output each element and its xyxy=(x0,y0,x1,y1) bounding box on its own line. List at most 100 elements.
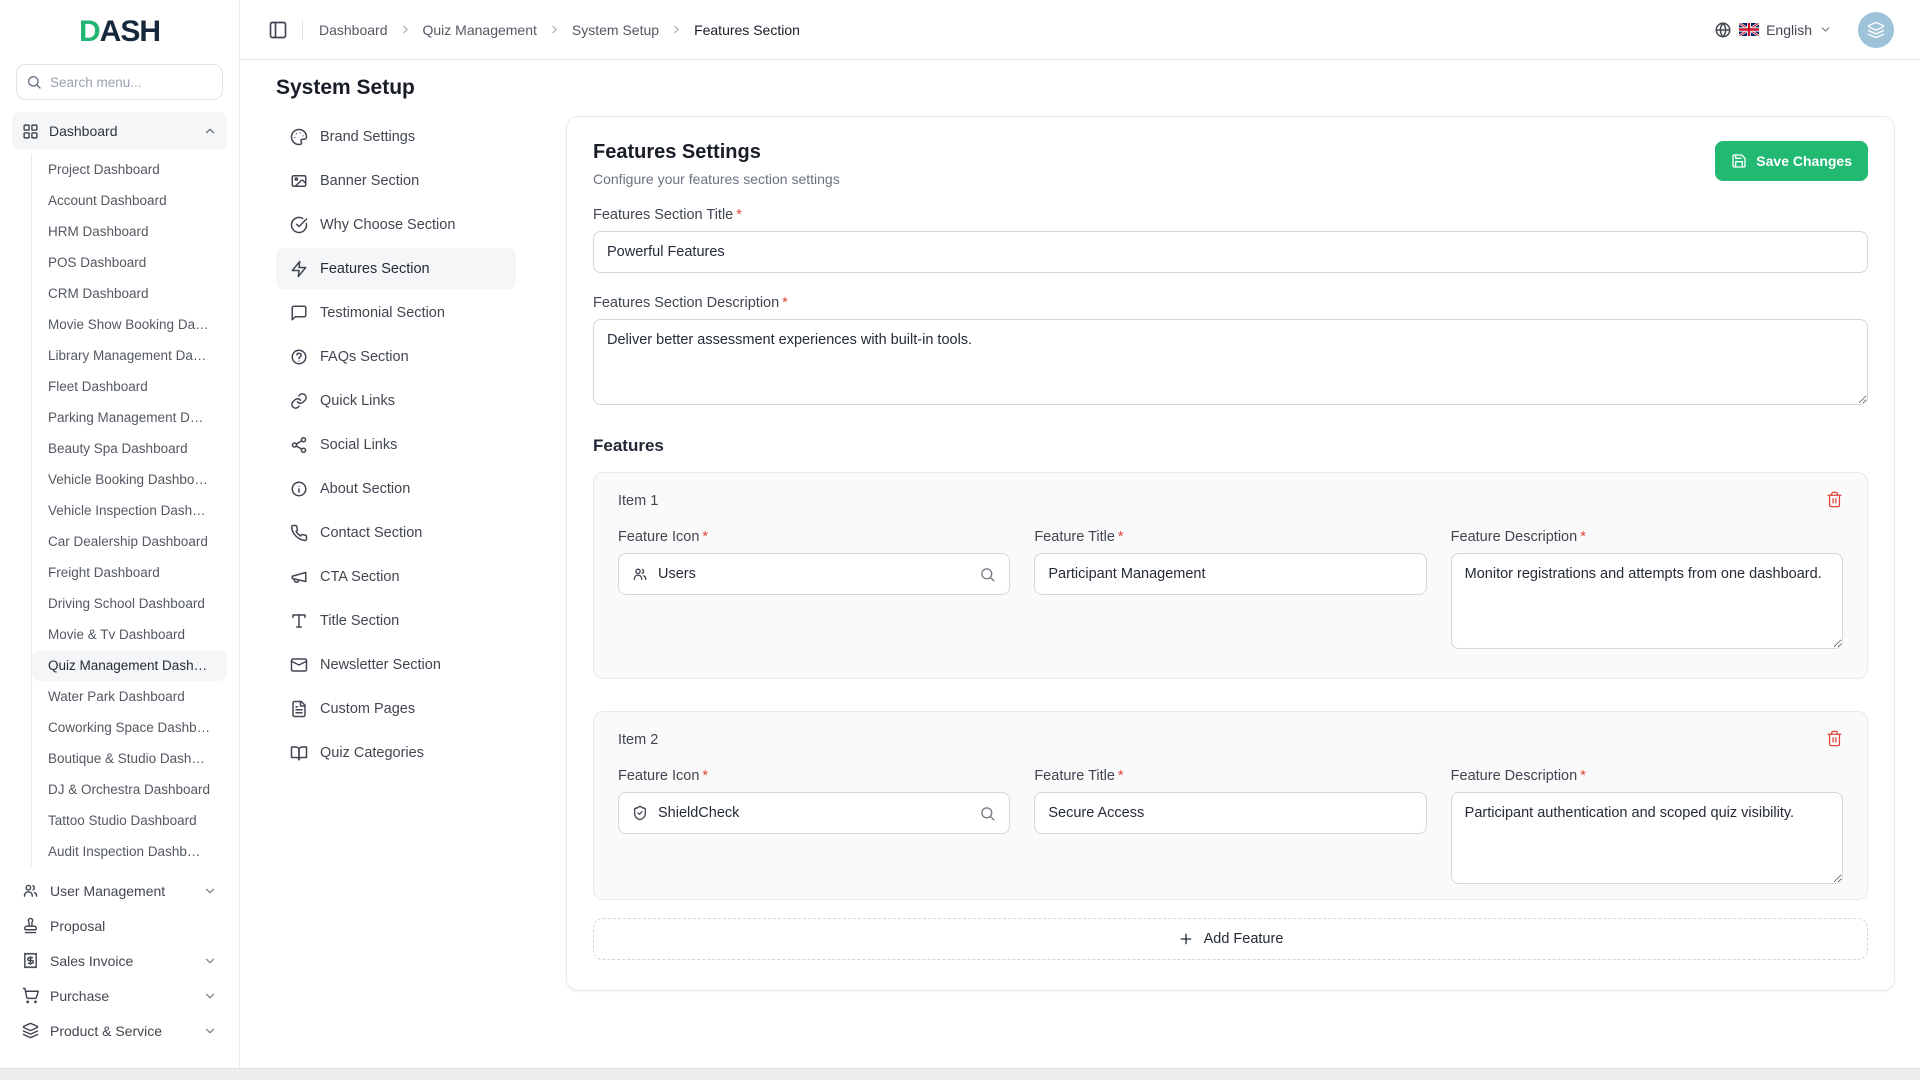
sidebar-item-product-service[interactable]: Product & Service xyxy=(12,1013,227,1048)
feature-item-name: Item 2 xyxy=(618,732,658,748)
uk-flag-icon xyxy=(1739,23,1759,36)
breadcrumb-features-section: Features Section xyxy=(694,22,800,38)
sidebar-item-account-dashboard[interactable]: Account Dashboard xyxy=(32,185,227,216)
tab-social-links[interactable]: Social Links xyxy=(276,424,516,465)
tab-testimonial-section[interactable]: Testimonial Section xyxy=(276,292,516,333)
sidebar-toggle-button[interactable] xyxy=(268,20,288,40)
feature-icon-label: Feature Icon* xyxy=(618,768,1010,784)
stamp-icon xyxy=(22,917,39,934)
sidebar-item-driving-school-dashboard[interactable]: Driving School Dashboard xyxy=(32,588,227,619)
sidebar-item-label: Purchase xyxy=(50,988,109,1004)
receipt-icon xyxy=(22,952,39,969)
breadcrumb-system-setup[interactable]: System Setup xyxy=(572,22,659,38)
tab-newsletter-section[interactable]: Newsletter Section xyxy=(276,644,516,685)
app-logo[interactable]: DASH xyxy=(0,0,239,52)
grid-icon xyxy=(22,123,39,140)
tab-quick-links[interactable]: Quick Links xyxy=(276,380,516,421)
sidebar-item-movie-tv-dashboard[interactable]: Movie & Tv Dashboard xyxy=(32,619,227,650)
chevron-right-icon xyxy=(548,23,561,36)
sidebar-item-project-dashboard[interactable]: Project Dashboard xyxy=(32,154,227,185)
sidebar-item-movie-show-booking-dashboard[interactable]: Movie Show Booking Da… xyxy=(32,309,227,340)
sidebar-item-fleet-dashboard[interactable]: Fleet Dashboard xyxy=(32,371,227,402)
tab-label: Newsletter Section xyxy=(320,657,441,673)
chevron-right-icon xyxy=(670,23,683,36)
feature-description-textarea-2[interactable]: Participant authentication and scoped qu… xyxy=(1451,792,1843,884)
sidebar-item-parking-management-dashboard[interactable]: Parking Management D… xyxy=(32,402,227,433)
tab-banner-section[interactable]: Banner Section xyxy=(276,160,516,201)
sidebar-item-quiz-management-dashboard[interactable]: Quiz Management Dash… xyxy=(32,650,227,681)
cart-icon xyxy=(22,987,39,1004)
required-asterisk: * xyxy=(736,207,742,223)
tab-features-section[interactable]: Features Section xyxy=(276,248,516,289)
sidebar: DASH Dashboard Project Dashboard Account… xyxy=(0,0,240,1080)
language-selector[interactable]: English xyxy=(1708,20,1838,40)
search-icon xyxy=(979,805,996,822)
save-button-label: Save Changes xyxy=(1756,153,1852,169)
sidebar-item-water-park-dashboard[interactable]: Water Park Dashboard xyxy=(32,681,227,712)
book-open-icon xyxy=(290,744,308,762)
tab-contact-section[interactable]: Contact Section xyxy=(276,512,516,553)
top-header: Dashboard Quiz Management System Setup F… xyxy=(240,0,1920,60)
tab-brand-settings[interactable]: Brand Settings xyxy=(276,116,516,157)
delete-item-2-button[interactable] xyxy=(1826,730,1843,750)
feature-icon-value: ShieldCheck xyxy=(658,805,739,821)
tab-label: Testimonial Section xyxy=(320,305,445,321)
section-title-input[interactable] xyxy=(593,231,1868,273)
tab-why-choose-section[interactable]: Why Choose Section xyxy=(276,204,516,245)
sidebar-item-beauty-spa-dashboard[interactable]: Beauty Spa Dashboard xyxy=(32,433,227,464)
save-changes-button[interactable]: Save Changes xyxy=(1715,141,1868,181)
sidebar-item-hrm-dashboard[interactable]: HRM Dashboard xyxy=(32,216,227,247)
sidebar-item-purchase[interactable]: Purchase xyxy=(12,978,227,1013)
sidebar-item-library-management-dashboard[interactable]: Library Management Da… xyxy=(32,340,227,371)
tab-cta-section[interactable]: CTA Section xyxy=(276,556,516,597)
sidebar-item-car-dealership-dashboard[interactable]: Car Dealership Dashboard xyxy=(32,526,227,557)
sidebar-item-freight-dashboard[interactable]: Freight Dashboard xyxy=(32,557,227,588)
chevron-down-icon xyxy=(203,954,217,968)
sidebar-menu: Dashboard Project Dashboard Account Dash… xyxy=(0,108,239,1080)
feature-item-name: Item 1 xyxy=(618,493,658,509)
header-divider xyxy=(302,20,303,40)
sidebar-item-dj-orchestra-dashboard[interactable]: DJ & Orchestra Dashboard xyxy=(32,774,227,805)
feature-icon-picker-1[interactable]: Users xyxy=(618,553,1010,595)
required-asterisk: * xyxy=(1118,768,1124,784)
language-label: English xyxy=(1766,22,1812,38)
sidebar-item-sales-invoice[interactable]: Sales Invoice xyxy=(12,943,227,978)
tab-title-section[interactable]: Title Section xyxy=(276,600,516,641)
sidebar-item-boutique-studio-dashboard[interactable]: Boutique & Studio Dash… xyxy=(32,743,227,774)
feature-description-textarea-1[interactable]: Monitor registrations and attempts from … xyxy=(1451,553,1843,649)
tab-faqs-section[interactable]: FAQs Section xyxy=(276,336,516,377)
image-icon xyxy=(290,172,308,190)
sidebar-item-vehicle-booking-dashboard[interactable]: Vehicle Booking Dashbo… xyxy=(32,464,227,495)
sidebar-item-audit-inspection-dashboard[interactable]: Audit Inspection Dashb… xyxy=(32,836,227,867)
tab-label: FAQs Section xyxy=(320,349,409,365)
avatar[interactable] xyxy=(1858,12,1894,48)
breadcrumb-dashboard[interactable]: Dashboard xyxy=(319,22,388,38)
feature-icon-label: Feature Icon* xyxy=(618,529,1010,545)
sidebar-item-proposal[interactable]: Proposal xyxy=(12,908,227,943)
sidebar-item-pos-dashboard[interactable]: POS Dashboard xyxy=(32,247,227,278)
panel-title: Features Settings xyxy=(593,141,840,164)
tab-about-section[interactable]: About Section xyxy=(276,468,516,509)
feature-icon-picker-2[interactable]: ShieldCheck xyxy=(618,792,1010,834)
tab-label: Why Choose Section xyxy=(320,217,455,233)
sidebar-item-coworking-space-dashboard[interactable]: Coworking Space Dashb… xyxy=(32,712,227,743)
delete-item-1-button[interactable] xyxy=(1826,491,1843,511)
search-icon xyxy=(979,566,996,583)
sidebar-item-user-management[interactable]: User Management xyxy=(12,873,227,908)
section-description-textarea[interactable]: Deliver better assessment experiences wi… xyxy=(593,319,1868,405)
sidebar-item-crm-dashboard[interactable]: CRM Dashboard xyxy=(32,278,227,309)
feature-title-input-1[interactable] xyxy=(1034,553,1426,595)
tab-label: Quick Links xyxy=(320,393,395,409)
sidebar-item-label: Proposal xyxy=(50,918,105,934)
tab-quiz-categories[interactable]: Quiz Categories xyxy=(276,732,516,773)
feature-title-input-2[interactable] xyxy=(1034,792,1426,834)
add-feature-button[interactable]: Add Feature xyxy=(593,918,1868,960)
palette-icon xyxy=(290,128,308,146)
sidebar-item-vehicle-inspection-dashboard[interactable]: Vehicle Inspection Dash… xyxy=(32,495,227,526)
breadcrumb-quiz-management[interactable]: Quiz Management xyxy=(423,22,537,38)
sidebar-item-dashboard[interactable]: Dashboard xyxy=(12,112,227,150)
panel-left-icon xyxy=(268,20,288,40)
tab-custom-pages[interactable]: Custom Pages xyxy=(276,688,516,729)
sidebar-item-tattoo-studio-dashboard[interactable]: Tattoo Studio Dashboard xyxy=(32,805,227,836)
search-input[interactable] xyxy=(16,64,223,100)
